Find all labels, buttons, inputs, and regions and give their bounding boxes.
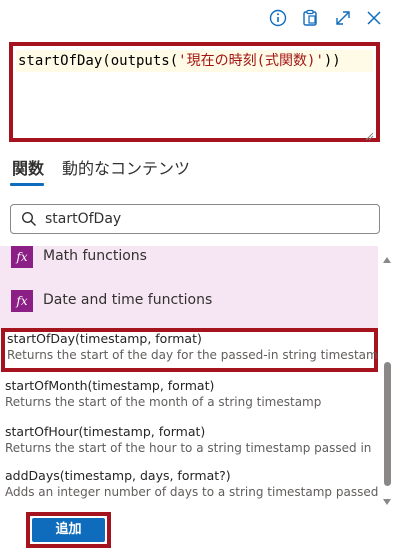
function-description: Returns the start of the day for the pas… [7,348,378,362]
close-icon[interactable] [364,8,384,28]
function-fx-icon: fx [11,290,33,312]
function-signature: addDays(timestamp, days, format?) [5,468,231,483]
expression-string-literal: '現在の時刻(式関数)' [178,53,324,69]
expression-text-suffix: )) [323,53,341,69]
active-tab-indicator [10,183,44,186]
category-label: Math functions [43,248,147,264]
function-description: Returns the start of the month of a stri… [5,395,322,409]
scroll-down-arrow-icon[interactable] [382,492,392,505]
scroll-up-arrow-icon[interactable] [382,250,392,263]
search-input[interactable] [45,209,365,229]
function-item-startofhour[interactable]: startOfHour(timestamp, format) Returns t… [0,420,378,464]
category-math-functions[interactable]: fx Math functions [0,246,378,286]
function-item-adddays[interactable]: addDays(timestamp, days, format?) Adds a… [0,464,378,508]
expression-editor[interactable]: startOfDay(outputs('現在の時刻(式関数)')) [9,42,380,142]
search-box[interactable] [10,204,380,234]
function-signature: startOfMonth(timestamp, format) [5,378,215,393]
add-button[interactable]: 追加 [32,518,105,542]
panel-toolbar [0,0,396,36]
add-button-highlight: 追加 [26,512,111,548]
expression-line[interactable]: startOfDay(outputs('現在の時刻(式関数)')) [16,50,373,72]
function-fx-icon: fx [11,246,33,268]
resize-grip-icon[interactable] [364,126,374,141]
tab-dynamic-content[interactable]: 動的なコンテンツ [62,155,190,179]
search-icon [21,211,37,227]
function-list: fx Math functions fx Date and time funct… [0,246,378,508]
function-item-startofday[interactable]: startOfDay(timestamp, format) Returns th… [1,328,378,372]
info-icon[interactable] [268,8,288,28]
scrollbar-thumb[interactable] [384,362,391,486]
tab-functions[interactable]: 関数 [12,155,44,179]
function-description: Adds an integer number of days to a stri… [5,485,378,499]
function-signature: startOfHour(timestamp, format) [5,424,206,439]
expression-text-prefix: startOfDay(outputs( [18,53,179,69]
expand-icon[interactable] [333,8,353,28]
function-description: Returns the start of the hour to a strin… [5,441,372,455]
category-label: Date and time functions [43,292,213,308]
function-item-startofmonth[interactable]: startOfMonth(timestamp, format) Returns … [0,374,378,418]
clipboard-icon[interactable] [300,8,320,28]
category-date-time-functions[interactable]: fx Date and time functions [0,286,378,330]
function-signature: startOfDay(timestamp, format) [7,331,202,346]
